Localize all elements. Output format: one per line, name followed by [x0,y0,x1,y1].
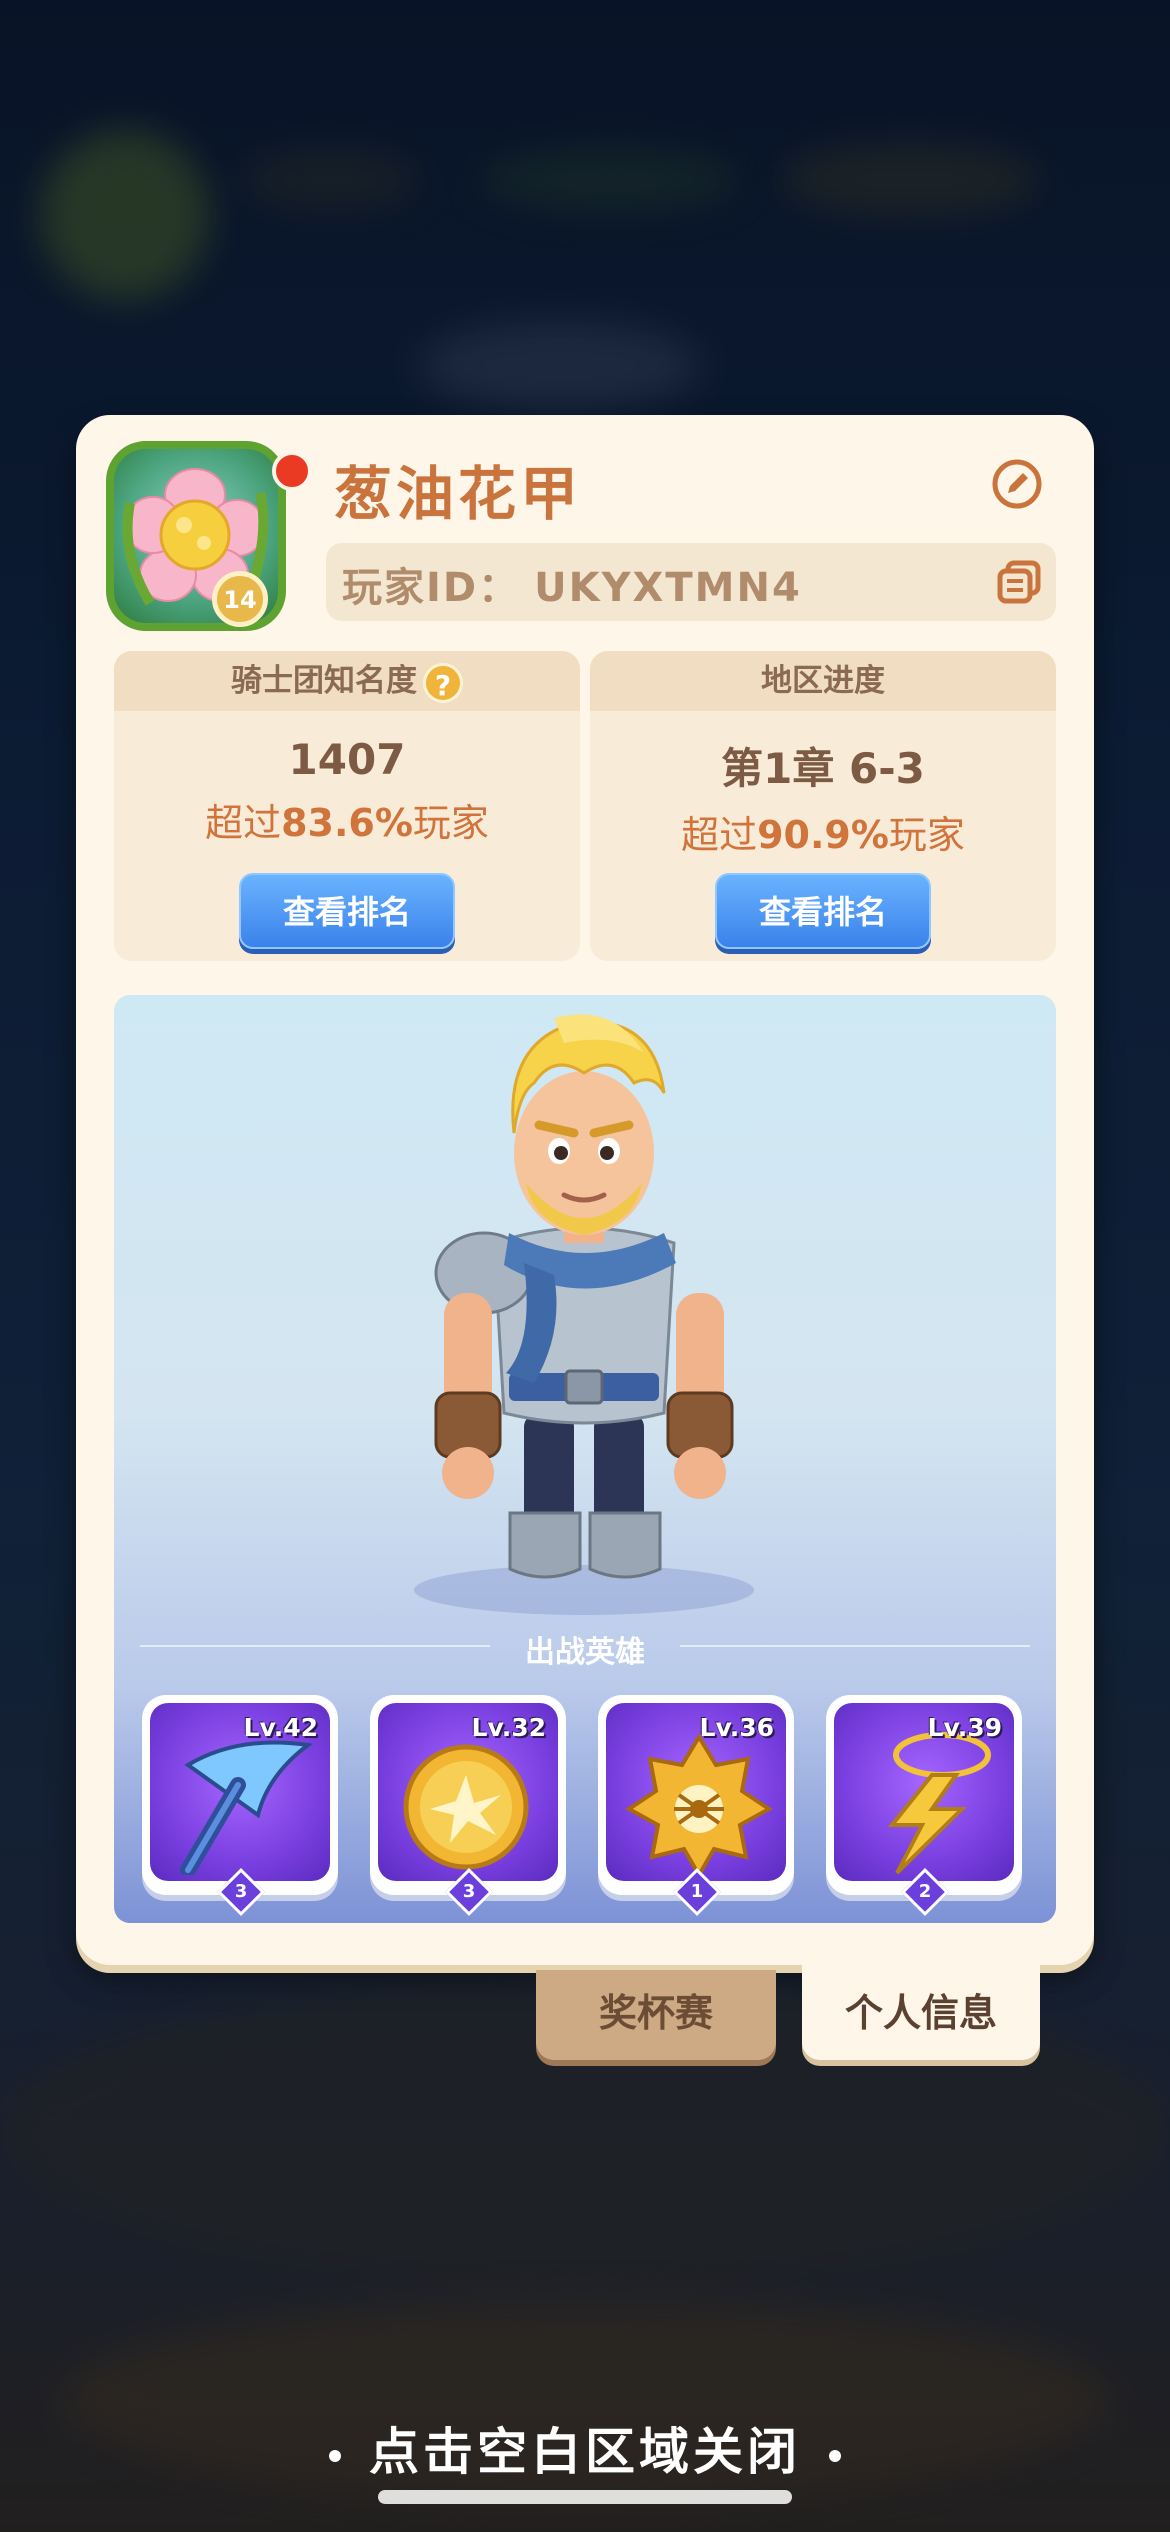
fame-percentile-suffix: 玩家 [412,801,489,845]
fame-percentile-prefix: 超过 [205,801,282,845]
hero-card-bg: Lv.39 [834,1703,1014,1881]
progress-view-ranking-button[interactable]: 查看排名 [715,873,931,949]
player-id-bar: 玩家ID： UKYXTMN4 [326,543,1056,621]
player-level-badge: 14 [212,571,268,627]
fame-percentile-value: 83.6% [281,801,413,845]
hero-stars: 3 [462,1881,476,1902]
edit-name-icon[interactable] [990,457,1044,511]
progress-card: 地区进度 第1章 6-3 超过90.9%玩家 查看排名 [590,651,1056,961]
hero-stars: 2 [918,1881,932,1902]
hero-card-bg: Lv.42 [150,1703,330,1881]
hero-level: Lv.42 [243,1713,318,1742]
progress-percentile-suffix: 玩家 [888,813,965,857]
fame-card-header: 骑士团知名度? [114,651,580,711]
hero-card-bg: Lv.36 [606,1703,786,1881]
fame-card: 骑士团知名度? 1407 超过83.6%玩家 查看排名 [114,651,580,961]
lightning-amulet-icon [887,1732,991,1875]
fame-title: 骑士团知名度 [231,663,417,699]
hero-card-lightning-amulet[interactable]: Lv.39 2 [826,1695,1022,1917]
golden-shield-icon [403,1744,529,1870]
hero-card-golden-shield[interactable]: Lv.32 3 [370,1695,566,1917]
close-hint-text: 点击空白区域关闭 [369,2423,801,2481]
hero-card-bg: Lv.32 [378,1703,558,1881]
close-hint[interactable]: 点击空白区域关闭 [0,2412,1170,2484]
dot-icon [829,2449,841,2462]
home-indicator[interactable] [378,2490,792,2504]
progress-percentile-prefix: 超过 [681,813,758,857]
fame-value: 1407 [288,735,406,784]
dot-icon [329,2449,341,2462]
progress-card-header: 地区进度 [590,651,1056,711]
hero-card-spider-medal[interactable]: Lv.36 1 [598,1695,794,1917]
progress-percentile-value: 90.9% [757,813,889,857]
avatar[interactable]: 14 [98,423,312,643]
hero-level: Lv.36 [699,1713,774,1742]
hero-stars: 1 [690,1881,704,1902]
crossbow-icon [180,1740,314,1875]
fame-percentile: 超过83.6%玩家 [114,792,580,847]
player-id-label: 玩家ID： [342,565,521,611]
tab-profile[interactable]: 个人信息 [802,1958,1040,2060]
tab-trophy[interactable]: 奖杯赛 [536,1970,776,2060]
hero-stars: 3 [234,1881,248,1902]
notification-dot [272,451,312,491]
hero-level: Lv.39 [927,1713,1002,1742]
fame-view-ranking-button[interactable]: 查看排名 [239,873,455,949]
hero-level: Lv.32 [471,1713,546,1742]
progress-value: 第1章 6-3 [721,744,925,793]
knight-hero-figure[interactable] [414,1013,754,1593]
player-id-text: 玩家ID： UKYXTMN4 [342,555,802,613]
hero-showcase[interactable]: 出战英雄 Lv.42 3 Lv.32 3 Lv.36 1 Lv.39 2 [114,995,1056,1923]
copy-icon[interactable] [996,559,1042,605]
deployed-heroes-title: 出战英雄 [525,1635,645,1670]
progress-percentile: 超过90.9%玩家 [590,804,1056,859]
player-id-value: UKYXTMN4 [534,565,802,611]
spider-medal-icon [625,1733,773,1875]
profile-panel: 14 葱油花甲 玩家ID： UKYXTMN4 骑士团知名度? 1407 超过83.… [76,415,1094,1965]
player-name: 葱油花甲 [334,460,583,528]
hero-card-crossbow[interactable]: Lv.42 3 [142,1695,338,1917]
help-icon[interactable]: ? [423,662,463,703]
